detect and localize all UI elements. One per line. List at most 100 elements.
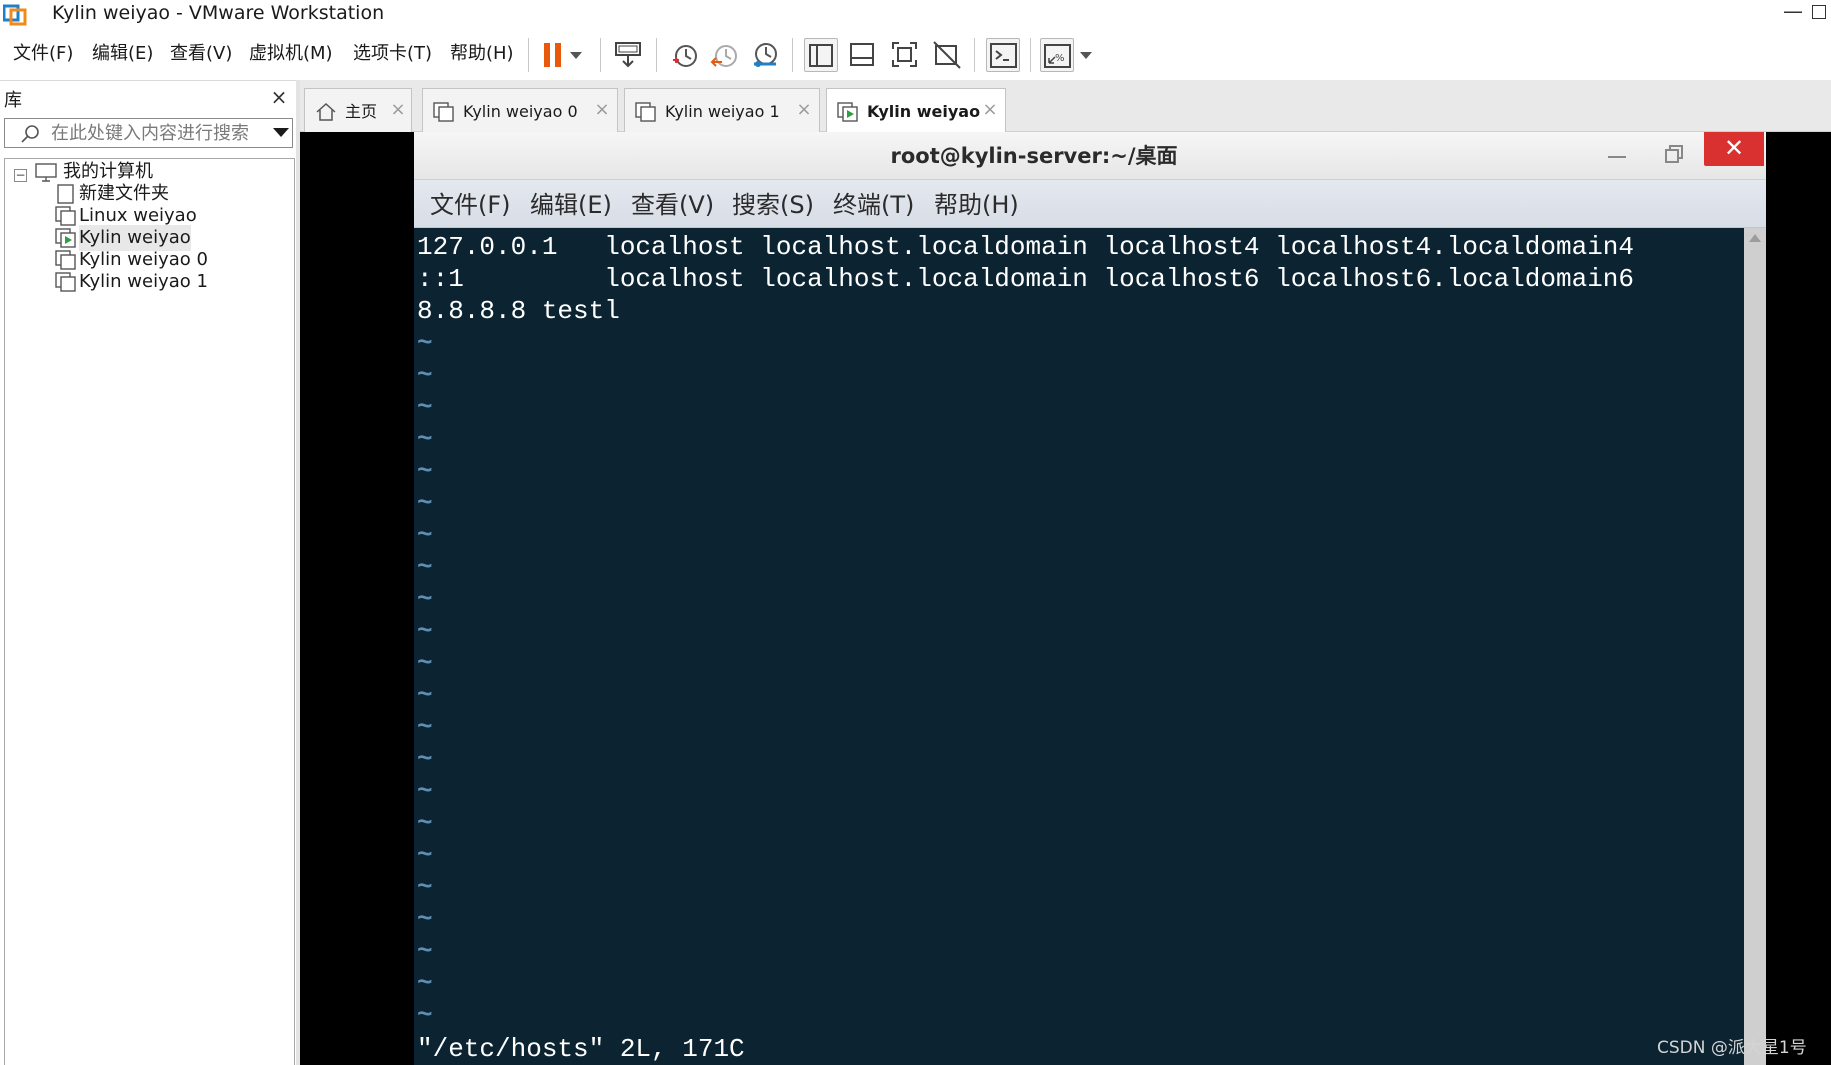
vim-tilde-line: ~ [417,904,433,934]
stretch-dropdown-button[interactable] [1076,38,1096,72]
menu-file[interactable]: 文件(F) [13,40,73,68]
vim-tilde-line: ~ [417,808,433,838]
tab-kylin-weiyao-0[interactable]: Kylin weiyao 0 × [422,88,618,132]
tab-strip: 主页 × Kylin weiyao 0 × Kylin weiyao 1 × K… [300,80,1831,133]
show-thumbnail-bar-icon [850,43,874,66]
snapshot-icon [673,45,697,67]
vim-tilde-line: ~ [417,1000,433,1030]
vim-tilde-line: ~ [417,968,433,998]
tab-close-icon[interactable]: × [593,99,611,121]
library-title: 库 [4,90,22,111]
send-ctrl-alt-del-button[interactable] [612,38,646,72]
pause-icon [544,43,561,67]
menu-toolbar-bar: 文件(F) 编辑(E) 查看(V) 虚拟机(M) 选项卡(T) 帮助(H) % [0,28,1831,80]
terminal-menu-edit[interactable]: 编辑(E) [530,190,612,220]
power-dropdown-button[interactable] [566,38,586,72]
terminal-line: ::1 localhost localhost.localdomain loca… [417,264,1634,294]
menu-vm[interactable]: 虚拟机(M) [249,40,333,68]
menu-tabs[interactable]: 选项卡(T) [353,40,432,68]
menu-view[interactable]: 查看(V) [170,40,232,68]
guest-terminal-window[interactable]: root@kylin-server:~/桌面 ✕ 文件(F) 编辑(E) 查看(… [414,132,1766,1065]
toolbar-separator [656,38,657,72]
vim-tilde-line: ~ [417,520,433,550]
thumbnail-bar-button[interactable] [846,38,880,72]
vim-tilde-line: ~ [417,776,433,806]
pause-button[interactable] [536,38,570,72]
tree-node-label: Kylin weiyao 1 [79,271,208,292]
snapshot-manager-button[interactable] [748,38,782,72]
tab-close-icon[interactable]: × [981,99,999,121]
vim-tilde-line: ~ [417,936,433,966]
vm-running-icon [837,102,858,122]
vim-tilde-line: ~ [417,328,433,358]
library-header: 库 × [0,84,296,114]
search-icon [21,125,39,143]
terminal-restore-button[interactable] [1663,143,1685,165]
library-search-input[interactable] [51,121,261,145]
vim-tilde-line: ~ [417,584,433,614]
terminal-menu-file[interactable]: 文件(F) [430,190,511,220]
terminal-menu-search[interactable]: 搜索(S) [732,190,814,220]
menu-help[interactable]: 帮助(H) [450,40,514,68]
menu-edit[interactable]: 编辑(E) [92,40,153,68]
library-close-button[interactable]: × [268,84,290,110]
send-ctrl-alt-del-icon [615,42,641,68]
unity-icon [933,41,961,69]
vm-icon [55,250,76,270]
terminal-title-bar[interactable]: root@kylin-server:~/桌面 ✕ [414,132,1766,180]
terminal-close-button[interactable]: ✕ [1704,132,1764,166]
terminal-scrollbar[interactable] [1744,228,1766,1065]
dropdown-arrow-icon [1080,52,1092,59]
revert-snapshot-button[interactable] [708,38,742,72]
toolbar-separator [600,38,601,72]
console-view-button[interactable] [986,38,1020,72]
terminal-menu-terminal[interactable]: 终端(T) [833,190,914,220]
svg-text:%: % [1055,53,1065,64]
stretch-guest-button[interactable]: % [1040,38,1074,72]
home-icon [316,102,336,121]
vmware-workstation-window: Kylin weiyao - VMware Workstation — 文件(F… [0,0,1831,1065]
vim-tilde-line: ~ [417,392,433,422]
terminal-menu-help[interactable]: 帮助(H) [934,190,1019,220]
show-library-icon [809,44,833,67]
tab-kylin-weiyao-1[interactable]: Kylin weiyao 1 × [624,88,820,132]
revert-snapshot-icon [710,45,737,67]
tab-label: Kylin weiyao [867,102,981,121]
scroll-up-icon[interactable] [1749,234,1761,242]
terminal-line: 8.8.8.8 testl [417,296,620,326]
tab-label: 主页 [345,102,378,121]
vm-running-icon [55,228,76,248]
maximize-button[interactable] [1812,5,1826,19]
terminal-minimize-button[interactable] [1604,144,1630,168]
library-search[interactable] [4,118,293,148]
toolbar-separator [792,38,793,72]
tab-kylin-weiyao[interactable]: Kylin weiyao × [826,88,1006,133]
terminal-text-area[interactable]: 127.0.0.1 localhost localhost.localdomai… [414,228,1744,1065]
minimize-button[interactable]: — [1778,0,1808,26]
vim-tilde-line: ~ [417,648,433,678]
full-screen-button[interactable] [888,38,922,72]
vim-tilde-line: ~ [417,456,433,486]
vm-icon [55,272,76,292]
collapse-icon[interactable]: − [14,169,27,182]
terminal-menu-view[interactable]: 查看(V) [631,190,714,220]
search-dropdown-icon[interactable] [273,128,289,137]
tab-close-icon[interactable]: × [389,99,407,121]
vim-tilde-line: ~ [417,680,433,710]
tab-close-icon[interactable]: × [795,99,813,121]
dropdown-arrow-icon [570,52,582,59]
toolbar-separator [528,38,529,72]
window-title: Kylin weiyao - VMware Workstation [52,2,385,24]
console-view-icon [990,43,1017,68]
tab-home[interactable]: 主页 × [304,88,412,132]
library-tree: − 我的计算机 新建文件夹 Linux weiyao Kylin weiyao … [4,158,295,1065]
vim-tilde-line: ~ [417,872,433,902]
take-snapshot-button[interactable] [668,38,702,72]
show-library-button[interactable] [804,38,838,72]
vim-tilde-line: ~ [417,552,433,582]
title-bar: Kylin weiyao - VMware Workstation — [0,0,1831,28]
snapshot-manager-icon [754,43,777,67]
unity-button[interactable] [930,38,964,72]
vm-icon [635,102,656,122]
stretch-guest-icon: % [1044,44,1071,68]
